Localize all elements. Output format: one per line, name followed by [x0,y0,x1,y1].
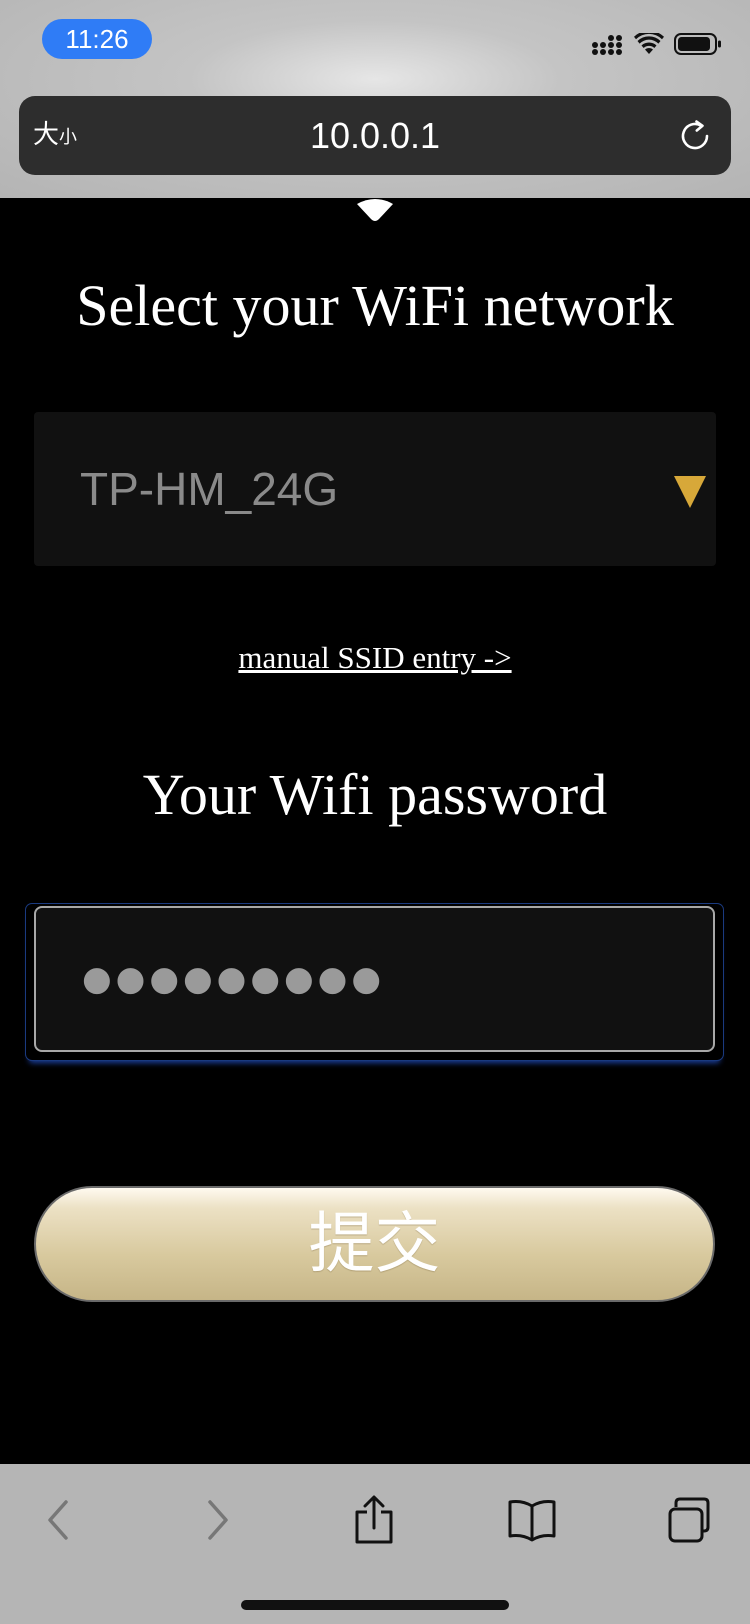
status-icons [592,30,722,58]
dropdown-arrow-icon [674,476,706,508]
bookmarks-button[interactable] [502,1490,562,1550]
network-selected-value: TP-HM_24G [80,463,339,515]
top-browser-chrome: 11:26 大小 10.0.0.1 [0,0,750,198]
submit-button[interactable]: 提交 [34,1186,715,1302]
screen: 11:26 大小 10.0.0.1 Select your WiFi netwo… [0,0,750,1624]
forward-icon [208,1500,228,1540]
network-heading: Select your WiFi network [76,273,674,338]
share-button[interactable] [344,1490,404,1550]
page-top-notch [357,199,393,221]
home-indicator [241,1600,509,1610]
wifi-icon [634,33,664,54]
back-button[interactable] [28,1490,88,1550]
password-input[interactable] [34,906,715,1052]
battery-icon [674,33,721,55]
bottom-toolbar [0,1464,750,1624]
share-icon [355,1495,393,1544]
cellular-signal-icon [592,35,622,55]
back-icon [48,1500,68,1540]
status-time-pill: 11:26 [42,19,152,59]
reload-icon[interactable] [677,118,713,154]
network-select[interactable]: TP-HM_24G [34,412,716,566]
url-text[interactable]: 10.0.0.1 [19,96,731,175]
password-heading: Your Wifi password [142,762,608,827]
forward-button[interactable] [188,1490,248,1550]
manual-ssid-link[interactable]: manual SSID entry -> [0,640,750,676]
tabs-button[interactable] [660,1490,720,1550]
tabs-icon [668,1497,710,1543]
address-bar[interactable]: 大小 10.0.0.1 [19,96,731,175]
bookmarks-icon [508,1500,556,1542]
